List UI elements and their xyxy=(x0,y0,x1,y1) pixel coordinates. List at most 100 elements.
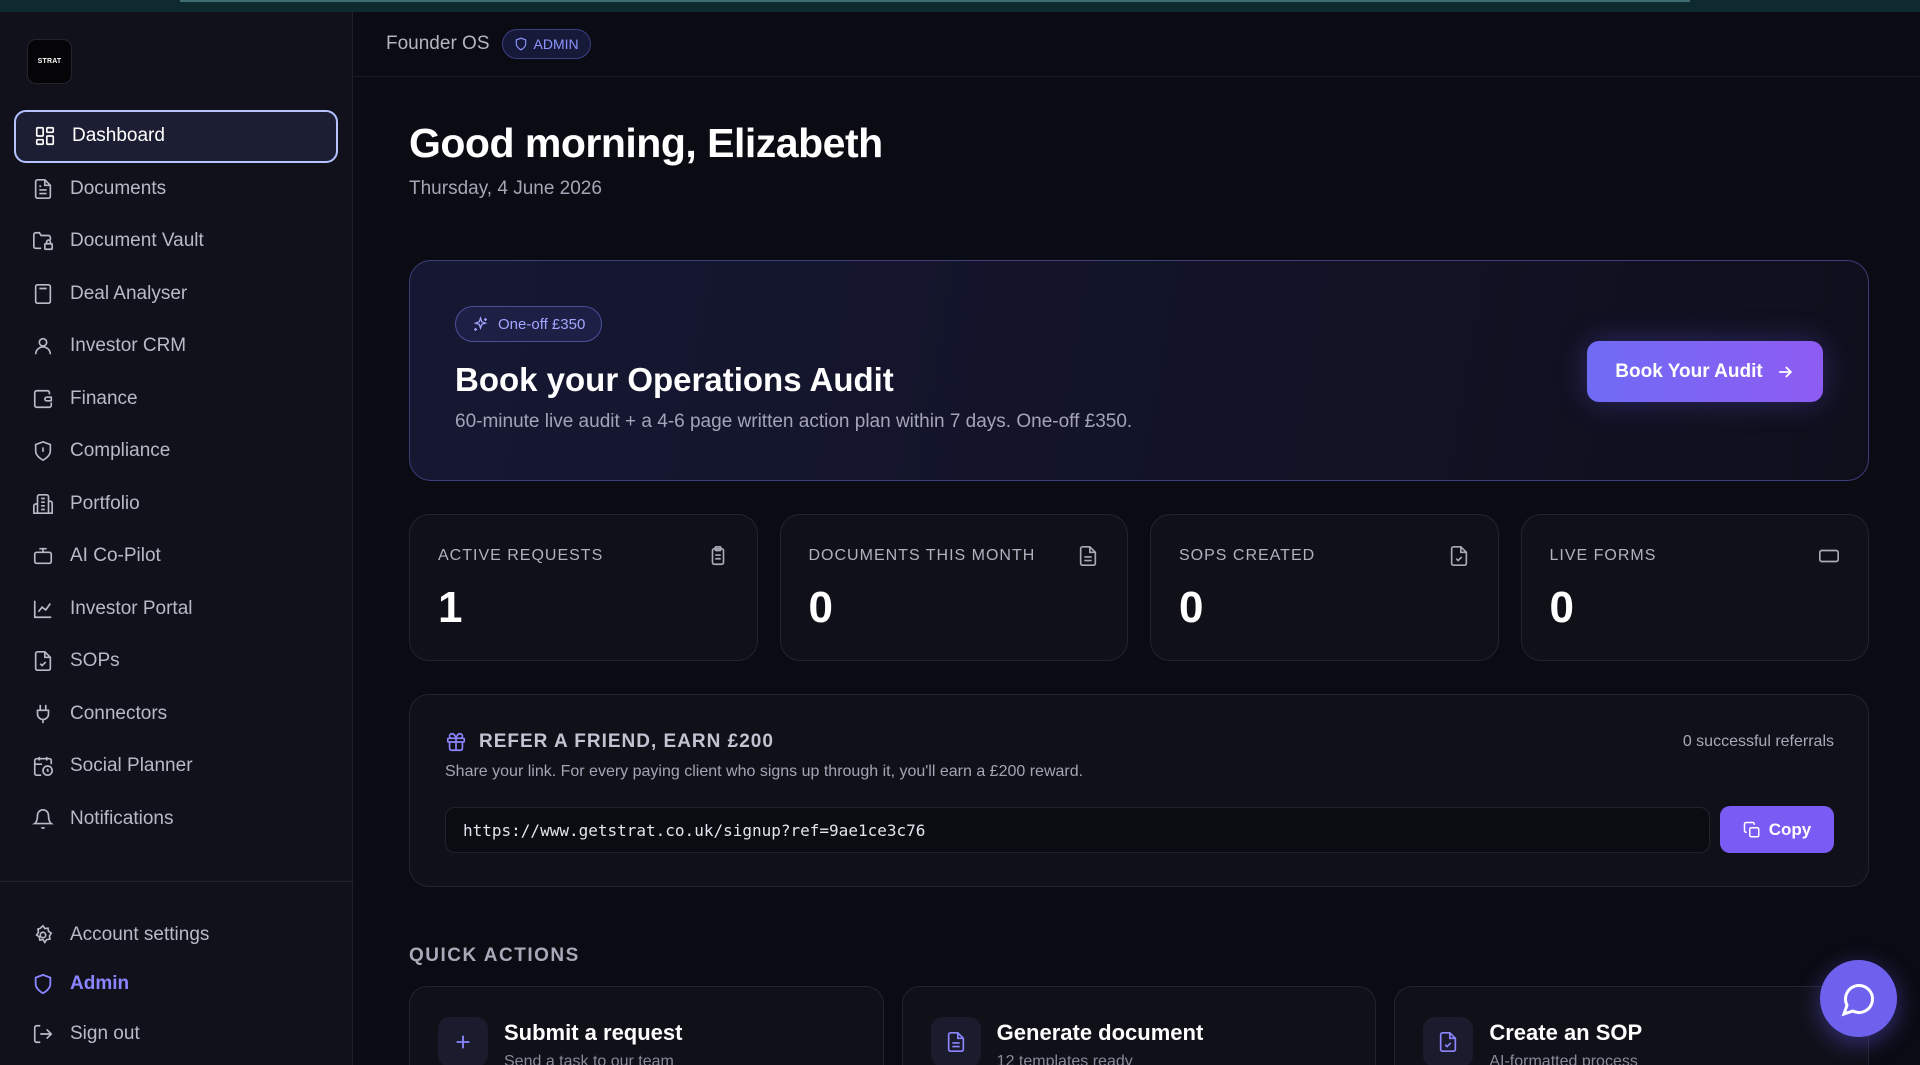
referral-description: Share your link. For every paying client… xyxy=(445,763,1084,780)
quick-action-icon-box xyxy=(438,1017,488,1065)
stat-card-documents-this-month: DOCUMENTS THIS MONTH 0 xyxy=(779,514,1128,661)
calendar-clock-icon xyxy=(33,757,53,777)
log-out-icon xyxy=(33,1024,53,1043)
referral-title: REFER A FRIEND, EARN £200 xyxy=(445,731,774,753)
form-icon xyxy=(1819,549,1839,563)
referral-link-field[interactable]: https://www.getstrat.co.uk/signup?ref=9a… xyxy=(445,807,1710,853)
sidebar-item-label: AI Co-Pilot xyxy=(70,545,161,567)
sidebar-item-label: Sign out xyxy=(70,1022,140,1044)
building-icon xyxy=(33,493,53,514)
sidebar-item-label: Social Planner xyxy=(70,755,193,777)
chat-button[interactable] xyxy=(1820,960,1897,1037)
sidebar-item-portfolio[interactable]: Portfolio xyxy=(14,478,338,531)
user-icon xyxy=(34,338,52,355)
sidebar-item-investor-crm[interactable]: Investor CRM xyxy=(14,320,338,373)
bot-icon xyxy=(33,548,53,565)
quick-action-title: Submit a request xyxy=(504,1020,683,1045)
chat-bubble-icon xyxy=(1841,983,1874,1016)
shield-icon xyxy=(34,974,52,995)
logo-text: STRAT xyxy=(37,58,62,65)
sidebar-item-document-vault[interactable]: Document Vault xyxy=(14,215,338,268)
referral-title-label: REFER A FRIEND, EARN £200 xyxy=(479,731,774,752)
copy-button-label: Copy xyxy=(1768,819,1812,839)
sidebar-item-investor-portal[interactable]: Investor Portal xyxy=(14,583,338,636)
book-audit-button[interactable]: Book Your Audit xyxy=(1587,341,1823,402)
sidebar-item-social-planner[interactable]: Social Planner xyxy=(14,740,338,793)
stat-label: ACTIVE REQUESTS xyxy=(438,547,604,564)
current-date: Thursday, 4 June 2026 xyxy=(409,178,602,199)
sidebar-item-label: Notifications xyxy=(70,807,174,829)
copy-link-button[interactable]: Copy xyxy=(1720,806,1834,853)
sidebar-item-label: Admin xyxy=(70,973,130,995)
top-header: Founder OS ADMIN xyxy=(354,12,1920,77)
calculator-icon xyxy=(34,283,52,304)
sidebar-item-label: Investor CRM xyxy=(70,335,187,357)
stat-value: 0 xyxy=(808,583,833,632)
quick-actions: Submit a request Send a task to our team… xyxy=(409,986,1870,1065)
quick-action-create-sop[interactable]: Create an SOP AI-formatted process xyxy=(1394,986,1870,1065)
audit-promo-card: One-off £350 Book your Operations Audit … xyxy=(409,260,1869,481)
plus-icon xyxy=(456,1035,470,1049)
sidebar-item-admin[interactable]: Admin xyxy=(14,960,338,1010)
sidebar-item-deal-analyser[interactable]: Deal Analyser xyxy=(14,268,338,321)
promo-badge-label: One-off £350 xyxy=(498,315,586,333)
copy-icon xyxy=(1743,821,1760,837)
quick-action-submit-request[interactable]: Submit a request Send a task to our team xyxy=(409,986,884,1065)
quick-action-generate-document[interactable]: Generate document 12 templates ready xyxy=(901,986,1377,1065)
referral-count: 0 successful referrals xyxy=(1682,733,1834,750)
sidebar-item-connectors[interactable]: Connectors xyxy=(14,688,338,741)
page-title: Good morning, Elizabeth xyxy=(409,120,883,166)
stat-value: 0 xyxy=(1549,583,1574,632)
sidebar-item-label: Deal Analyser xyxy=(70,282,188,304)
quick-action-icon-box xyxy=(930,1017,981,1065)
sidebar-item-sops[interactable]: SOPs xyxy=(14,635,338,688)
sidebar-item-label: Investor Portal xyxy=(70,597,193,619)
document-icon xyxy=(947,1032,964,1052)
shield-icon xyxy=(34,441,52,462)
sidebar-item-label: Compliance xyxy=(70,440,171,462)
sidebar-item-account-settings[interactable]: Account settings xyxy=(14,910,338,960)
sidebar-bottom-nav: Account settings Admin Sign out xyxy=(14,910,338,1059)
plug-icon xyxy=(36,704,50,723)
sidebar-item-label: SOPs xyxy=(70,650,120,672)
document-icon xyxy=(1079,546,1097,566)
gear-icon xyxy=(35,924,53,944)
sidebar-item-label: Portfolio xyxy=(70,492,140,514)
admin-badge: ADMIN xyxy=(501,29,591,59)
stats-row: ACTIVE REQUESTS 1 DOCUMENTS THIS MONTH 0… xyxy=(409,514,1869,661)
clipboard-icon xyxy=(711,546,724,566)
app-logo[interactable]: STRAT xyxy=(27,39,72,84)
sparkles-icon xyxy=(473,315,488,331)
sidebar-divider xyxy=(0,881,353,882)
sidebar-item-compliance[interactable]: Compliance xyxy=(14,425,338,478)
bell-icon xyxy=(32,808,54,829)
sidebar-item-finance[interactable]: Finance xyxy=(14,373,338,426)
stat-label: LIVE FORMS xyxy=(1549,547,1657,564)
sidebar-item-notifications[interactable]: Notifications xyxy=(14,793,338,846)
top-strip xyxy=(0,0,1920,12)
sidebar-item-label: Document Vault xyxy=(70,230,204,252)
quick-action-subtitle: 12 templates ready xyxy=(996,1053,1133,1065)
stat-value: 1 xyxy=(438,583,463,632)
stat-card-sops-created: SOPS CREATED 0 xyxy=(1150,514,1499,661)
sidebar-item-ai-co-pilot[interactable]: AI Co-Pilot xyxy=(14,530,338,583)
file-check-icon xyxy=(34,651,52,672)
quick-action-icon-box xyxy=(1423,1017,1474,1065)
quick-actions-title: QUICK ACTIONS xyxy=(409,945,580,966)
file-check-icon xyxy=(1440,1032,1457,1052)
promo-subtitle: 60-minute live audit + a 4-6 page writte… xyxy=(455,411,1133,432)
quick-action-title: Create an SOP xyxy=(1489,1020,1643,1045)
sidebar-item-label: Dashboard xyxy=(72,125,165,147)
sidebar-item-sign-out[interactable]: Sign out xyxy=(14,1009,338,1059)
sidebar: STRAT Dashboard Documents Document Vault… xyxy=(0,12,353,1065)
line-chart-icon xyxy=(33,600,52,618)
sidebar-item-label: Documents xyxy=(70,177,167,199)
referral-card: REFER A FRIEND, EARN £200 0 successful r… xyxy=(409,694,1869,887)
sidebar-item-documents[interactable]: Documents xyxy=(14,163,338,216)
sidebar-item-label: Finance xyxy=(70,387,138,409)
arrow-right-icon xyxy=(1778,365,1792,378)
quick-action-subtitle: Send a task to our team xyxy=(504,1053,674,1065)
sidebar-item-dashboard[interactable]: Dashboard xyxy=(14,110,338,163)
stat-label: DOCUMENTS THIS MONTH xyxy=(808,547,1036,564)
quick-action-title: Generate document xyxy=(996,1020,1204,1045)
